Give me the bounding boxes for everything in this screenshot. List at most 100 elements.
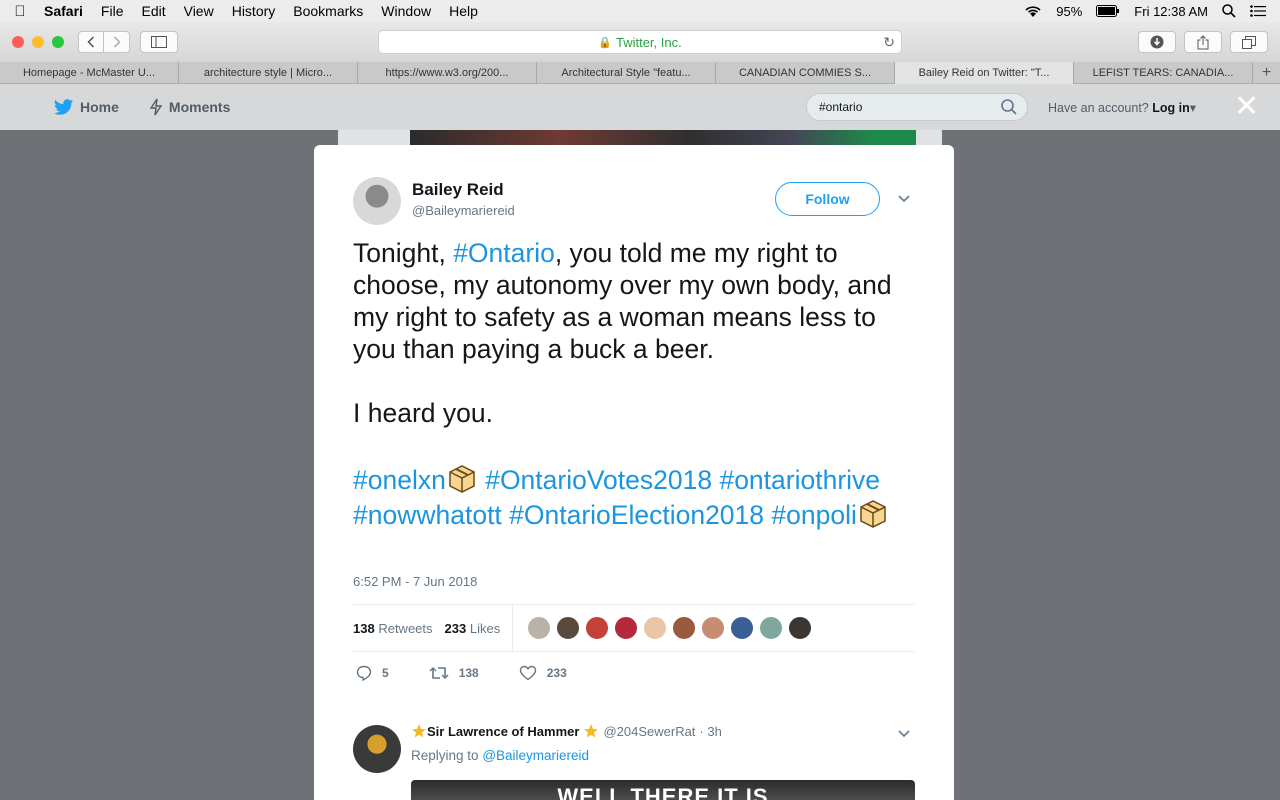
reply-menu-chevron-icon[interactable] <box>898 727 910 741</box>
stats-divider <box>512 604 514 652</box>
tab-architecture-style[interactable]: architecture style | Micro... <box>179 62 358 84</box>
avatar[interactable] <box>353 177 401 225</box>
close-icon[interactable]: ✕ <box>1234 92 1259 122</box>
follow-button[interactable]: Follow <box>775 182 880 216</box>
avatar[interactable] <box>788 616 813 640</box>
nav-moments[interactable]: Moments <box>149 98 230 116</box>
forward-button[interactable] <box>104 31 130 53</box>
reload-icon[interactable]: ↻ <box>883 34 895 51</box>
menu-app[interactable]: Safari <box>40 3 92 19</box>
tweet-text-pre: Tonight, <box>353 238 454 268</box>
tweet-paragraph-2: I heard you. <box>353 398 493 428</box>
avatar[interactable] <box>556 616 581 640</box>
nav-home[interactable]: Home <box>54 98 119 116</box>
tab-mcmaster[interactable]: Homepage - McMaster U... <box>0 62 179 84</box>
download-icon <box>1150 35 1164 49</box>
address-bar[interactable]: 🔒 Twitter, Inc. ↻ <box>378 30 902 54</box>
reply-media-image[interactable]: WELL THERE IT IS <box>411 780 915 800</box>
menu-bar:  Safari File Edit View History Bookmark… <box>0 0 1280 22</box>
retweets-label: Retweets <box>378 620 433 636</box>
reply-time[interactable]: · 3h <box>699 724 721 739</box>
avatar[interactable] <box>701 616 726 640</box>
avatar[interactable] <box>672 616 697 640</box>
apple-icon[interactable]:  <box>0 3 40 20</box>
tab-w3[interactable]: https://www.w3.org/200... <box>358 62 537 84</box>
notification-center-icon[interactable] <box>1250 5 1266 17</box>
login-caret-icon[interactable]: ▾ <box>1190 101 1196 115</box>
reply-author-handle[interactable]: @204SewerRat <box>603 724 695 739</box>
avatar[interactable] <box>527 616 552 640</box>
tweet-stats: 138 Retweets 233 Likes <box>353 604 915 652</box>
sidebar-button[interactable] <box>140 31 178 53</box>
author-name[interactable]: Bailey Reid <box>412 180 504 200</box>
reply-author-name[interactable]: Sir Lawrence of Hammer <box>427 724 579 739</box>
meme-caption: WELL THERE IT IS <box>557 784 769 800</box>
menu-bookmarks[interactable]: Bookmarks <box>284 3 372 19</box>
tab-bailey-reid[interactable]: Bailey Reid on Twitter: "T... <box>895 62 1074 84</box>
retweet-count: 138 <box>458 666 479 680</box>
menu-history[interactable]: History <box>223 3 285 19</box>
likes-count: 233 <box>444 620 467 636</box>
tabs-icon <box>1242 35 1256 49</box>
avatar[interactable] <box>643 616 668 640</box>
tweet-text: Tonight, #Ontario, you told me my right … <box>353 237 913 531</box>
like-button[interactable]: 233 <box>519 665 567 681</box>
tweet-modal: Bailey Reid @Baileymariereid Follow Toni… <box>314 145 954 800</box>
likes-stat[interactable]: 233 Likes <box>445 621 501 636</box>
share-button[interactable] <box>1184 31 1222 53</box>
replying-to-link[interactable]: @Baileymariereid <box>482 748 589 763</box>
wifi-icon[interactable] <box>1024 5 1042 18</box>
new-tab-button[interactable]: + <box>1253 62 1280 83</box>
close-window-button[interactable] <box>12 36 24 48</box>
retweet-icon <box>429 667 449 679</box>
account-prompt-text: Have an account? <box>1048 101 1149 115</box>
menu-window[interactable]: Window <box>372 3 440 19</box>
hashtag-onelxn[interactable]: #onelxn <box>353 465 446 495</box>
login-link[interactable]: Log in <box>1152 101 1190 115</box>
avatar[interactable] <box>730 616 755 640</box>
twitter-bird-icon <box>54 98 74 115</box>
hashtag-onpoli[interactable]: #onpoli <box>771 500 856 530</box>
menu-edit[interactable]: Edit <box>132 3 174 19</box>
retweets-stat[interactable]: 138 Retweets <box>353 621 433 636</box>
spotlight-icon[interactable] <box>1222 4 1236 18</box>
tab-architectural-style[interactable]: Architectural Style "featu... <box>537 62 716 84</box>
avatar[interactable] <box>585 616 610 640</box>
downloads-button[interactable] <box>1138 31 1176 53</box>
battery-icon[interactable] <box>1096 5 1120 17</box>
avatar[interactable] <box>614 616 639 640</box>
tab-overview-button[interactable] <box>1230 31 1268 53</box>
retweets-count: 138 <box>353 620 375 636</box>
reply-button[interactable]: 5 <box>356 665 389 681</box>
clock[interactable]: Fri 12:38 AM <box>1134 4 1208 19</box>
chevron-right-icon <box>113 36 121 48</box>
lock-icon: 🔒 <box>598 36 612 49</box>
menu-help[interactable]: Help <box>440 3 487 19</box>
search-icon[interactable] <box>1001 99 1017 115</box>
tab-canadian-commies[interactable]: CANADIAN COMMIES S... <box>716 62 895 84</box>
reply-header: Sir Lawrence of Hammer @204SewerRat · 3h <box>411 723 722 739</box>
menu-view[interactable]: View <box>175 3 223 19</box>
search-value: #ontario <box>819 100 863 114</box>
tweet-menu-chevron-icon[interactable] <box>898 192 910 206</box>
minimize-window-button[interactable] <box>32 36 44 48</box>
tweet-timestamp[interactable]: 6:52 PM - 7 Jun 2018 <box>353 574 477 589</box>
menu-file[interactable]: File <box>92 3 133 19</box>
avatar[interactable] <box>353 725 401 773</box>
author-handle[interactable]: @Baileymariereid <box>412 203 515 218</box>
hashtag-ontario[interactable]: #Ontario <box>453 238 555 268</box>
search-input[interactable]: #ontario <box>806 93 1028 121</box>
twitter-header: Home Moments #ontario Have an account? L… <box>0 84 1280 130</box>
replying-label: Replying to <box>411 748 479 763</box>
back-button[interactable] <box>78 31 104 53</box>
reply-icon <box>356 665 372 681</box>
avatar[interactable] <box>759 616 784 640</box>
zoom-window-button[interactable] <box>52 36 64 48</box>
background-media <box>410 130 916 146</box>
likes-label: Likes <box>469 620 501 636</box>
nav-moments-label: Moments <box>168 99 231 115</box>
address-text: Twitter, Inc. <box>615 34 682 50</box>
retweet-button[interactable]: 138 <box>429 665 479 681</box>
tab-lefist-tears[interactable]: LEFIST TEARS: CANADIA... <box>1074 62 1253 84</box>
star-icon <box>412 724 426 738</box>
